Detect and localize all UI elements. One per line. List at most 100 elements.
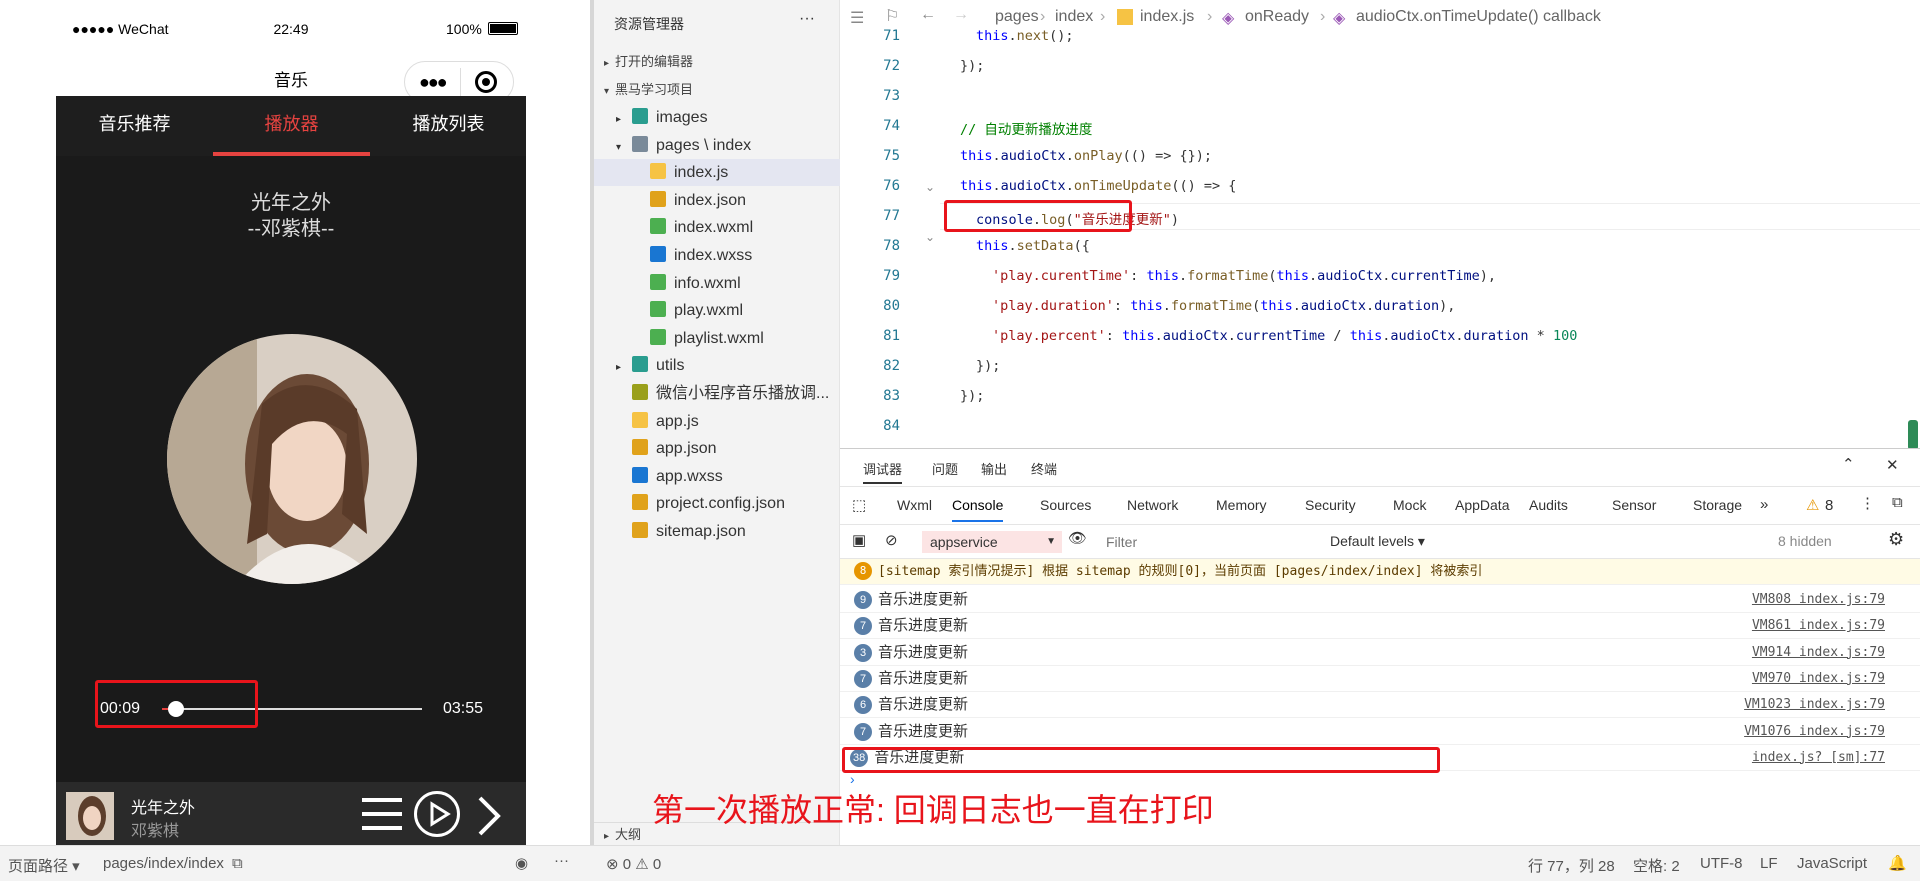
tab-playlist[interactable]: 播放列表 <box>370 96 526 156</box>
next-icon[interactable] <box>474 794 504 841</box>
notification-bell-icon[interactable]: 🔔 <box>1888 854 1907 872</box>
play-icon[interactable] <box>414 791 460 837</box>
encoding[interactable]: UTF-8 <box>1700 855 1743 872</box>
inspect-icon[interactable]: ⬚ <box>852 496 866 514</box>
code-line-74[interactable]: // 自动更新播放进度 <box>960 118 1092 138</box>
tool-tab-sources[interactable]: Sources <box>1040 497 1091 513</box>
code-line-71[interactable]: this.next(); <box>976 28 1074 44</box>
fold-icon-78[interactable]: ⌄ <box>925 230 935 244</box>
tool-tab-appdata[interactable]: AppData <box>1455 497 1509 513</box>
log-row[interactable]: 7 音乐进度更新 VM970 index.js:79 <box>840 666 1920 692</box>
log-source-link[interactable]: VM1023 index.js:79 <box>1744 692 1885 718</box>
log-source-link[interactable]: VM970 index.js:79 <box>1752 666 1885 692</box>
tab-recommend[interactable]: 音乐推荐 <box>56 96 213 156</box>
code-line-72[interactable]: }); <box>960 58 984 74</box>
copy-icon[interactable]: ⧉ <box>232 855 243 872</box>
code-line-83[interactable]: }); <box>960 388 984 404</box>
more-options-icon[interactable]: ··· <box>554 852 569 869</box>
levels-dropdown[interactable]: Default levels ▾ <box>1330 533 1425 550</box>
log-row[interactable]: 9 音乐进度更新 VM808 index.js:79 <box>840 587 1920 613</box>
menu-dots-icon[interactable]: ⋮ <box>1860 494 1875 512</box>
file-tree-item[interactable]: app.wxss <box>594 463 840 490</box>
close-icon[interactable]: ✕ <box>1886 456 1899 474</box>
collapse-icon[interactable]: ⌃ <box>1842 455 1855 473</box>
warning-log-row[interactable]: 8 [sitemap 索引情况提示] 根据 sitemap 的规则[0]，当前页面… <box>840 559 1920 585</box>
open-editors-section[interactable]: ▸ 打开的编辑器 <box>594 50 840 74</box>
breadcrumb-callback[interactable]: audioCtx.onTimeUpdate() callback <box>1356 8 1601 26</box>
tab-terminal[interactable]: 终端 <box>1031 459 1057 478</box>
breadcrumb-file[interactable]: index.js <box>1140 8 1194 26</box>
scrollbar-marker[interactable] <box>1908 420 1918 450</box>
log-source-link[interactable]: VM1076 index.js:79 <box>1744 719 1885 745</box>
forward-icon[interactable]: → <box>953 6 969 24</box>
file-tree-item[interactable]: app.js <box>594 408 840 435</box>
tool-tab-audits[interactable]: Audits <box>1529 497 1568 513</box>
tool-tab-network[interactable]: Network <box>1127 497 1178 513</box>
log-source-link[interactable]: VM861 index.js:79 <box>1752 613 1885 639</box>
code-line-80[interactable]: 'play.duration': this.formatTime(this.au… <box>992 298 1455 314</box>
eye-icon[interactable]: 👁 <box>1068 529 1087 547</box>
file-tree-item[interactable]: ▾ pages \ index <box>594 132 840 159</box>
code-line-79[interactable]: 'play.curentTime': this.formatTime(this.… <box>992 268 1496 284</box>
warning-icon[interactable]: ⚠ <box>1806 496 1819 514</box>
settings-gear-icon[interactable]: ⚙ <box>1888 529 1904 550</box>
file-tree-item[interactable]: index.wxss <box>594 242 840 269</box>
breadcrumb-method[interactable]: onReady <box>1245 8 1309 26</box>
list-icon[interactable]: ☰ <box>850 8 864 28</box>
warning-count[interactable]: 8 <box>1825 497 1833 514</box>
log-source-link[interactable]: index.js? [sm]:77 <box>1752 745 1885 771</box>
code-line-76[interactable]: this.audioCtx.onTimeUpdate(() => { <box>960 178 1236 194</box>
fold-icon-76[interactable]: ⌄ <box>925 180 935 194</box>
eol[interactable]: LF <box>1760 855 1778 872</box>
breadcrumb-index[interactable]: index <box>1055 8 1093 26</box>
tool-tab-wxml[interactable]: Wxml <box>897 497 932 513</box>
more-tabs-icon[interactable]: » <box>1760 496 1768 513</box>
sidebar-toggle-icon[interactable]: ▣ <box>852 531 866 549</box>
tool-tab-security[interactable]: Security <box>1305 497 1356 513</box>
bookmark-icon[interactable]: ⚐ <box>885 6 899 26</box>
tool-tab-memory[interactable]: Memory <box>1216 497 1267 513</box>
more-dots-icon[interactable]: ●●● <box>419 72 448 93</box>
file-tree-item[interactable]: info.wxml <box>594 270 840 297</box>
explorer-more-button[interactable]: ··· <box>799 10 815 28</box>
filter-input[interactable] <box>1100 531 1318 553</box>
log-row[interactable]: 3 音乐进度更新 VM914 index.js:79 <box>840 640 1920 666</box>
close-target-icon[interactable] <box>475 71 497 93</box>
project-section[interactable]: ▾ 黑马学习项目 <box>594 78 840 102</box>
file-tree-item[interactable]: ▸ images <box>594 104 840 131</box>
playlist-icon[interactable] <box>362 794 402 836</box>
log-row[interactable]: 7 音乐进度更新 VM1076 index.js:79 <box>840 719 1920 745</box>
tool-tab-mock[interactable]: Mock <box>1393 497 1426 513</box>
file-tree-item[interactable]: index.wxml <box>594 214 840 241</box>
file-tree-item[interactable]: ▸ utils <box>594 352 840 379</box>
log-source-link[interactable]: VM914 index.js:79 <box>1752 640 1885 666</box>
code-line-75[interactable]: this.audioCtx.onPlay(() => {}); <box>960 148 1212 164</box>
page-path-label[interactable]: 页面路径 ▾ <box>8 855 80 876</box>
tab-problems[interactable]: 问题 <box>932 459 958 478</box>
log-row[interactable]: 6 音乐进度更新 VM1023 index.js:79 <box>840 692 1920 719</box>
context-select[interactable]: appservice ▼ <box>922 531 1062 553</box>
tool-tab-console[interactable]: Console <box>952 497 1004 522</box>
tab-debugger[interactable]: 调试器 <box>863 459 903 484</box>
back-icon[interactable]: ← <box>920 6 936 24</box>
log-row[interactable]: 7 音乐进度更新 VM861 index.js:79 <box>840 613 1920 640</box>
language-mode[interactable]: JavaScript <box>1797 855 1867 872</box>
code-line-78[interactable]: this.setData({ <box>976 238 1090 254</box>
tab-output[interactable]: 输出 <box>981 459 1007 478</box>
problems-count[interactable]: ⊗ 0 ⚠ 0 <box>606 855 661 873</box>
code-line-82[interactable]: }); <box>976 358 1000 374</box>
dock-icon[interactable]: ⧉ <box>1892 494 1903 511</box>
file-tree-item[interactable]: playlist.wxml <box>594 325 840 352</box>
file-tree-item[interactable]: sitemap.json <box>594 518 840 545</box>
file-tree-item[interactable]: app.json <box>594 435 840 462</box>
file-tree-item[interactable]: play.wxml <box>594 297 840 324</box>
file-tree-item[interactable]: index.js <box>594 159 840 187</box>
tool-tab-sensor[interactable]: Sensor <box>1612 497 1656 513</box>
tool-tab-storage[interactable]: Storage <box>1693 497 1742 513</box>
file-tree-item[interactable]: 微信小程序音乐播放调... <box>594 380 840 407</box>
file-tree-item[interactable]: project.config.json <box>594 490 840 517</box>
indent-spaces[interactable]: 空格: 2 <box>1633 855 1680 876</box>
clear-icon[interactable]: ⊘ <box>885 531 898 549</box>
cursor-position[interactable]: 行 77，列 28 <box>1528 855 1615 876</box>
code-line-81[interactable]: 'play.percent': this.audioCtx.currentTim… <box>992 328 1577 344</box>
